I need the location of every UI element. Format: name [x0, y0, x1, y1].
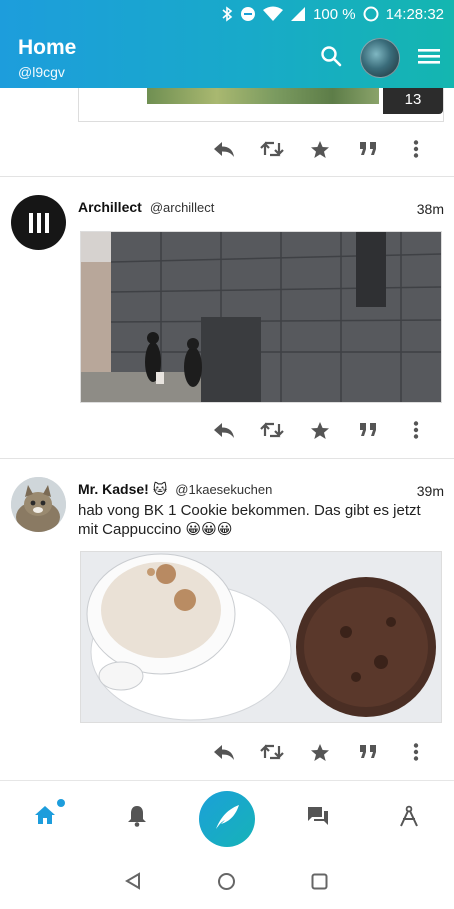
tweet-actions [200, 415, 440, 445]
unread-indicator [57, 799, 65, 807]
top-bar: 100 % 14:28:32 Home @l9cgv [0, 0, 454, 88]
battery-text: 100 % [313, 5, 356, 23]
avatar[interactable] [11, 477, 66, 532]
notifications-icon[interactable] [127, 805, 147, 832]
media-thumbnail[interactable] [147, 88, 379, 104]
quote-icon[interactable] [344, 422, 392, 438]
explore-icon[interactable] [398, 805, 420, 832]
author-name[interactable]: Archillect [78, 199, 142, 215]
profile-avatar[interactable] [360, 38, 400, 78]
home-button-icon[interactable] [217, 872, 236, 896]
home-icon[interactable] [34, 805, 56, 830]
recents-icon[interactable] [311, 873, 328, 895]
favorite-icon[interactable] [296, 743, 344, 762]
timeline[interactable]: 13 Archillect @archillect 38m Mr. Kadse!… [0, 88, 454, 780]
quote-icon[interactable] [344, 744, 392, 760]
retweet-icon[interactable] [248, 421, 296, 439]
compose-icon [212, 802, 242, 837]
reply-icon[interactable] [200, 421, 248, 439]
tweet-actions [200, 134, 440, 164]
avatar[interactable] [11, 195, 66, 250]
clock: 14:28:32 [385, 5, 444, 23]
reply-icon[interactable] [200, 743, 248, 761]
bluetooth-icon [221, 6, 233, 22]
signal-icon [290, 6, 306, 22]
tweet-partial[interactable]: 13 [0, 88, 454, 177]
author-handle[interactable]: @archillect [150, 200, 215, 215]
system-navigation [0, 852, 454, 909]
quote-icon[interactable] [344, 141, 392, 157]
author-name[interactable]: Mr. Kadse! 🐱 [78, 481, 167, 498]
status-bar: 100 % 14:28:32 [221, 4, 444, 24]
menu-icon[interactable] [418, 47, 440, 70]
tweet-archillect[interactable]: Archillect @archillect 38m [0, 177, 454, 459]
tweet-time: 39m [416, 483, 444, 499]
tweet-text: hab vong BK 1 Cookie bekommen. Das gibt … [78, 502, 421, 538]
tweet-media[interactable] [80, 551, 442, 723]
account-handle: @l9cgv [18, 64, 65, 80]
do-not-disturb-icon [240, 6, 256, 22]
page-title: Home [18, 36, 77, 59]
tweet-media-partial[interactable]: 13 [78, 88, 444, 122]
battery-icon [363, 6, 379, 22]
media-count-badge: 13 [383, 88, 443, 114]
favorite-icon[interactable] [296, 421, 344, 440]
favorite-icon[interactable] [296, 140, 344, 159]
building-photo [81, 232, 441, 402]
tweet-kadse[interactable]: Mr. Kadse! 🐱 @1kaesekuchen 39m hab vong … [0, 459, 454, 780]
more-icon[interactable] [392, 421, 440, 439]
author-handle[interactable]: @1kaesekuchen [175, 482, 272, 497]
search-icon[interactable] [320, 45, 342, 72]
more-icon[interactable] [392, 140, 440, 158]
retweet-icon[interactable] [248, 140, 296, 158]
retweet-icon[interactable] [248, 743, 296, 761]
tweet-media[interactable] [80, 231, 442, 403]
more-icon[interactable] [392, 743, 440, 761]
bottom-navigation [0, 780, 454, 853]
back-icon[interactable] [124, 872, 142, 895]
reply-icon[interactable] [200, 140, 248, 158]
wifi-icon [263, 6, 284, 22]
tweet-actions [200, 737, 440, 767]
compose-button[interactable] [199, 791, 255, 847]
cappuccino-photo [81, 552, 441, 722]
tweet-time: 38m [416, 201, 444, 217]
messages-icon[interactable] [306, 805, 330, 832]
